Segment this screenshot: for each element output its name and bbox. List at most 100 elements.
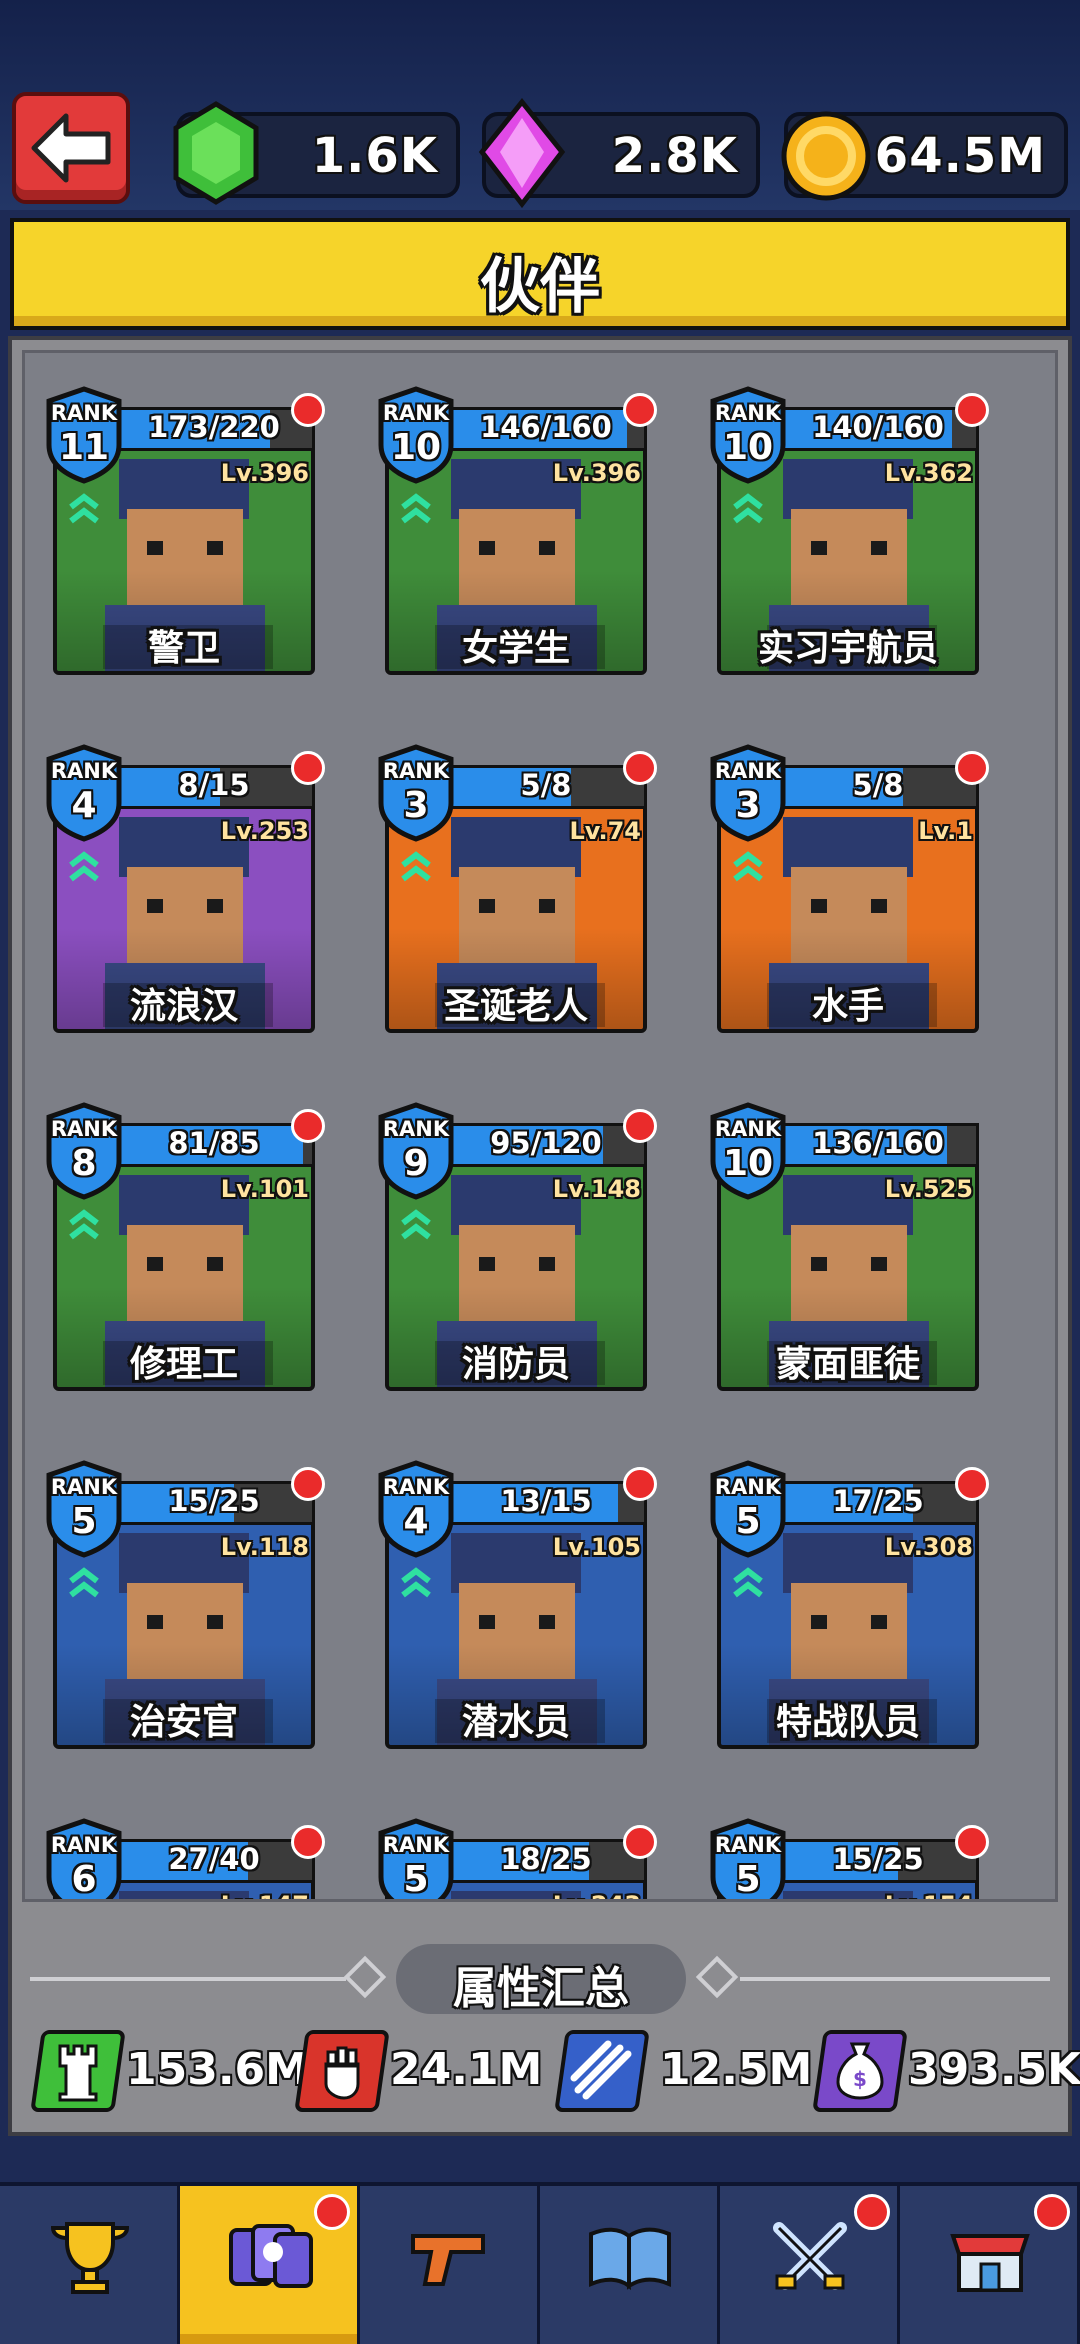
nav-tab-partner-cards[interactable]: [180, 2186, 360, 2344]
progress-text: 17/25: [832, 1484, 924, 1518]
upgrade-chevron-icon: [731, 851, 765, 887]
partner-card[interactable]: 15/25 RANK5 Lv.154: [707, 1795, 989, 1900]
partner-name: 潜水员: [461, 1702, 570, 1743]
coin-amount: 64.5M: [874, 128, 1046, 184]
partner-card[interactable]: 13/15 RANK 4 Lv.105 潜水员: [375, 1437, 657, 1749]
progress-text: 95/120: [490, 1126, 602, 1160]
partner-grid[interactable]: 173/220 RANK 11 Lv.396 警卫 146/160 RANK 10 Lv.396…: [22, 350, 1058, 1902]
progress-text: 5/8: [520, 768, 572, 802]
progress-text: 81/85: [168, 1126, 260, 1160]
upgrade-chevron-icon: [67, 851, 101, 887]
rank-badge: RANK 5: [707, 1459, 789, 1559]
page-title: 伙伴: [480, 252, 600, 322]
rank-number: 5: [735, 1859, 761, 1900]
notification-dot: [291, 393, 325, 427]
partner-card[interactable]: 95/120 RANK 9 Lv.148 消防员: [375, 1079, 657, 1391]
partner-progress: 81/85: [113, 1123, 315, 1167]
rank-badge: RANK 10: [707, 385, 789, 485]
nav-notification-dot: [854, 2194, 890, 2230]
partner-name: 警卫: [147, 628, 220, 669]
partner-card[interactable]: 27/40 RANK6 Lv.147: [43, 1795, 325, 1899]
partner-card[interactable]: 15/25 RANK 5 Lv.118 治安官: [43, 1437, 325, 1749]
upgrade-chevron-icon: [67, 1209, 101, 1245]
partner-card[interactable]: 140/160 RANK 10 Lv.362 实习宇航员: [707, 363, 989, 675]
stat-income-value: 393.5K: [908, 2044, 1080, 2095]
partner-progress: 146/160: [445, 407, 647, 451]
rank-label: RANK: [382, 759, 450, 783]
stat-auto-fire[interactable]: 12.5M: [554, 2030, 813, 2112]
progress-text: 5/8: [852, 768, 904, 802]
partner-card[interactable]: 5/8 RANK 3 Lv.1 水手: [707, 721, 989, 1033]
partner-progress: 17/25: [777, 1481, 979, 1525]
partner-card[interactable]: 17/25 RANK 5 Lv.308 特战队员: [707, 1437, 989, 1749]
partner-name: 水手: [811, 986, 884, 1027]
partner-card[interactable]: 18/25 RANK5 Lv.243: [375, 1795, 657, 1899]
stat-attack[interactable]: 24.1M: [294, 2030, 550, 2112]
partner-cards-icon: [225, 2216, 315, 2304]
rank-number: 4: [71, 785, 97, 826]
attributes-title: 属性汇总: [453, 1963, 629, 2014]
upgrade-chevron-icon: [399, 493, 433, 529]
rank-label: RANK: [714, 1475, 782, 1499]
partner-progress: 8/15: [113, 765, 315, 809]
rank-label: RANK: [50, 401, 118, 425]
bottom-nav: [0, 2182, 1080, 2344]
rank-label: RANK: [50, 1117, 118, 1141]
rank-label: RANK: [382, 1833, 450, 1857]
rank-badge: RANK 9: [375, 1101, 457, 1201]
progress-text: 146/160: [480, 410, 612, 444]
partner-level: Lv.396: [552, 459, 641, 487]
rank-number: 9: [403, 1143, 429, 1184]
partner-name: 消防员: [461, 1344, 570, 1385]
stat-health[interactable]: 153.6M: [30, 2030, 309, 2112]
coin-counter[interactable]: 64.5M: [781, 111, 1068, 201]
rank-number: 10: [390, 427, 442, 468]
progress-text: 173/220: [148, 410, 280, 444]
progress-text: 27/40: [168, 1842, 260, 1876]
rank-label: RANK: [714, 759, 782, 783]
partner-level: Lv.253: [220, 817, 309, 845]
nav-tab-crossed-swords[interactable]: [720, 2186, 900, 2344]
stat-attack-value: 24.1M: [390, 2044, 543, 2095]
nav-notification-dot: [1034, 2194, 1070, 2230]
gem-counter[interactable]: 1.6K: [173, 101, 460, 205]
back-arrow-icon: [31, 113, 111, 183]
progress-text: 15/25: [168, 1484, 260, 1518]
partner-progress: 15/25: [113, 1481, 315, 1525]
crystal-counter[interactable]: 2.8K: [478, 97, 760, 209]
rank-number: 10: [722, 427, 774, 468]
partner-progress: 18/25: [445, 1839, 647, 1883]
rank-label: RANK: [382, 1475, 450, 1499]
stat-income[interactable]: $ 393.5K: [812, 2030, 1080, 2112]
partner-card[interactable]: 173/220 RANK 11 Lv.396 警卫: [43, 363, 325, 675]
partner-progress: 95/120: [445, 1123, 647, 1167]
partner-card[interactable]: 81/85 RANK 8 Lv.101 修理工: [43, 1079, 325, 1391]
notification-dot: [955, 751, 989, 785]
notification-dot: [955, 1467, 989, 1501]
rank-number: 8: [71, 1143, 97, 1184]
back-button[interactable]: [12, 92, 130, 204]
nav-tab-pistol[interactable]: [360, 2186, 540, 2344]
partner-card[interactable]: 136/160 RANK 10 Lv.525 蒙面匪徒: [707, 1079, 981, 1391]
stat-auto-fire-value: 12.5M: [660, 2044, 813, 2095]
upgrade-chevron-icon: [399, 851, 433, 887]
rank-label: RANK: [382, 401, 450, 425]
crystal-amount: 2.8K: [611, 128, 738, 184]
top-bar: 1.6K 2.8K 64.5M: [0, 0, 1080, 210]
partner-card[interactable]: 146/160 RANK 10 Lv.396 女学生: [375, 363, 657, 675]
nav-tab-trophy[interactable]: [0, 2186, 180, 2344]
partner-card[interactable]: 5/8 RANK 3 Lv.74 圣诞老人: [375, 721, 657, 1033]
notification-dot: [291, 751, 325, 785]
partner-name: 蒙面匪徒: [775, 1344, 920, 1385]
nav-tab-book[interactable]: [540, 2186, 720, 2344]
upgrade-chevron-icon: [67, 1567, 101, 1603]
notification-dot: [291, 1109, 325, 1143]
rank-number: 5: [735, 1501, 761, 1542]
upgrade-chevron-icon: [399, 1209, 433, 1245]
partner-progress: 173/220: [113, 407, 315, 451]
partner-level: Lv.362: [884, 459, 973, 487]
partner-card[interactable]: 8/15 RANK 4 Lv.253 流浪汉: [43, 721, 325, 1033]
rank-number: 3: [735, 785, 761, 826]
rank-badge: RANK 6: [43, 1817, 125, 1899]
nav-tab-shop[interactable]: [900, 2186, 1080, 2344]
